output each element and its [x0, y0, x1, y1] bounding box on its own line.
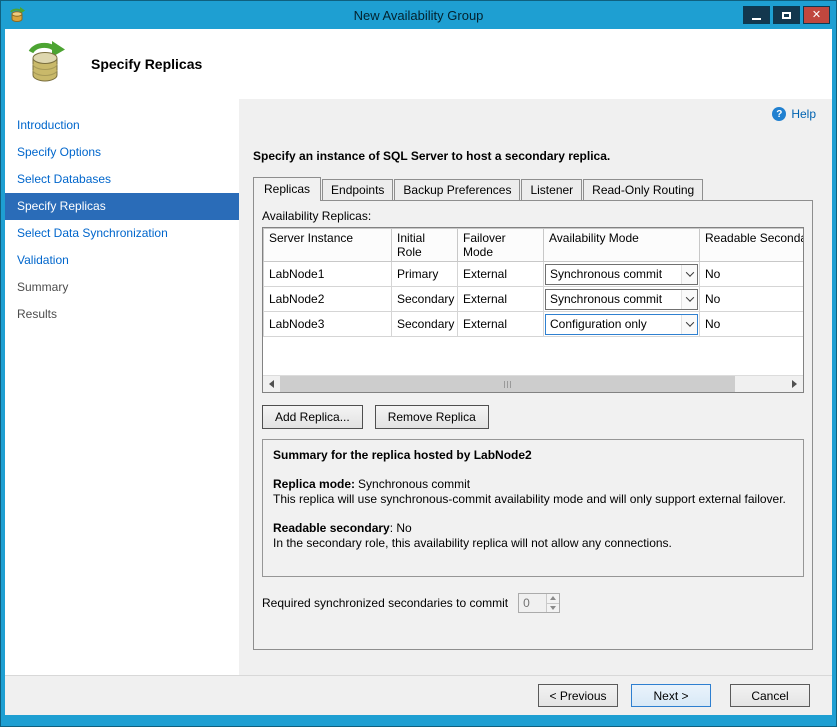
readable-secondary-line: Readable secondary: No [273, 521, 793, 536]
cell-failover-mode: External [458, 262, 544, 287]
summary-title: Summary for the replica hosted by LabNod… [273, 448, 793, 463]
next-button[interactable]: Next > [631, 684, 711, 707]
chevron-down-icon[interactable] [681, 265, 697, 284]
cell-failover-mode: External [458, 287, 544, 312]
wizard-body: Introduction Specify Options Select Data… [5, 99, 832, 675]
scrollbar-thumb[interactable] [280, 376, 735, 392]
sidebar-item-select-databases[interactable]: Select Databases [5, 166, 239, 193]
replicas-table: Server Instance Initial Role Failover Mo… [263, 228, 804, 337]
scroll-right-icon[interactable] [786, 376, 803, 392]
sidebar-item-results: Results [5, 301, 239, 328]
tab-endpoints[interactable]: Endpoints [322, 179, 393, 200]
window-controls: ✕ [743, 6, 830, 24]
minimize-button[interactable] [743, 6, 770, 24]
sidebar-item-select-data-synchronization[interactable]: Select Data Synchronization [5, 220, 239, 247]
cancel-button[interactable]: Cancel [730, 684, 810, 707]
readable-secondary-description: In the secondary role, this availability… [273, 536, 793, 551]
table-row: LabNode2 Secondary External Synchronous … [264, 287, 805, 312]
replica-mode-line: Replica mode:Synchronous commit [273, 477, 793, 492]
spin-down-icon [547, 604, 559, 613]
cell-server-instance: LabNode2 [264, 287, 392, 312]
scrollbar-grip-icon [504, 381, 512, 388]
chevron-down-icon[interactable] [681, 290, 697, 309]
cell-failover-mode: External [458, 312, 544, 337]
sidebar-item-summary: Summary [5, 274, 239, 301]
table-row: LabNode1 Primary External Synchronous co… [264, 262, 805, 287]
wizard-steps-sidebar: Introduction Specify Options Select Data… [5, 99, 239, 675]
close-icon: ✕ [812, 10, 821, 21]
tab-backup-preferences[interactable]: Backup Preferences [394, 179, 520, 200]
window-title: New Availability Group [1, 8, 836, 23]
titlebar[interactable]: New Availability Group ✕ [1, 1, 836, 29]
scroll-left-icon[interactable] [263, 376, 280, 392]
cell-server-instance: LabNode3 [264, 312, 392, 337]
scrollbar-track[interactable] [280, 376, 786, 392]
sidebar-item-introduction[interactable]: Introduction [5, 112, 239, 139]
required-secondaries-label: Required synchronized secondaries to com… [262, 596, 508, 610]
column-header-readable-secondary[interactable]: Readable Secondary [700, 229, 805, 262]
availability-replicas-label: Availability Replicas: [262, 209, 804, 223]
page-title: Specify Replicas [91, 56, 202, 72]
availability-replicas-grid: Server Instance Initial Role Failover Mo… [262, 227, 804, 393]
cell-initial-role: Secondary [392, 287, 458, 312]
spin-up-icon [547, 594, 559, 604]
wizard-header: Specify Replicas [5, 29, 832, 99]
maximize-icon [782, 12, 791, 19]
column-header-failover-mode[interactable]: Failover Mode [458, 229, 544, 262]
chevron-down-icon[interactable] [681, 315, 697, 334]
maximize-button[interactable] [773, 6, 800, 24]
required-secondaries-row: Required synchronized secondaries to com… [262, 593, 804, 613]
remove-replica-button[interactable]: Remove Replica [375, 405, 489, 429]
tab-strip: Replicas Endpoints Backup Preferences Li… [253, 177, 816, 200]
column-header-initial-role[interactable]: Initial Role [392, 229, 458, 262]
cell-availability-mode: Configuration only [544, 312, 700, 337]
cell-readable-secondary: No [700, 287, 805, 312]
wizard-footer: < Previous Next > Cancel [5, 675, 832, 715]
tab-read-only-routing[interactable]: Read-Only Routing [583, 179, 703, 200]
tab-listener[interactable]: Listener [521, 179, 582, 200]
main-content: ? Help Specify an instance of SQL Server… [239, 99, 832, 675]
cell-initial-role: Primary [392, 262, 458, 287]
database-sync-icon [23, 41, 69, 87]
sidebar-item-specify-options[interactable]: Specify Options [5, 139, 239, 166]
replica-mode-description: This replica will use synchronous-commit… [273, 492, 793, 507]
cell-readable-secondary: No [700, 262, 805, 287]
tab-replicas[interactable]: Replicas [253, 177, 321, 201]
window-content: Specify Replicas Introduction Specify Op… [5, 29, 832, 715]
cell-server-instance: LabNode1 [264, 262, 392, 287]
cell-availability-mode: Synchronous commit [544, 262, 700, 287]
grid-empty-area [263, 337, 803, 375]
cell-initial-role: Secondary [392, 312, 458, 337]
minimize-icon [752, 18, 761, 20]
availability-mode-select[interactable]: Synchronous commit [545, 289, 698, 310]
table-header-row: Server Instance Initial Role Failover Mo… [264, 229, 805, 262]
close-button[interactable]: ✕ [803, 6, 830, 24]
availability-mode-select[interactable]: Synchronous commit [545, 264, 698, 285]
add-replica-button[interactable]: Add Replica... [262, 405, 363, 429]
horizontal-scrollbar[interactable] [263, 375, 803, 392]
help-link[interactable]: Help [791, 107, 816, 121]
required-secondaries-stepper: 0 [518, 593, 560, 613]
instruction-text: Specify an instance of SQL Server to hos… [253, 149, 816, 163]
replica-actions: Add Replica... Remove Replica [262, 405, 804, 429]
sidebar-item-validation[interactable]: Validation [5, 247, 239, 274]
help-icon: ? [772, 107, 786, 121]
sidebar-item-specify-replicas[interactable]: Specify Replicas [5, 193, 239, 220]
replica-summary-box: Summary for the replica hosted by LabNod… [262, 439, 804, 577]
help-row: ? Help [253, 107, 816, 121]
previous-button[interactable]: < Previous [538, 684, 618, 707]
column-header-server-instance[interactable]: Server Instance [264, 229, 392, 262]
new-availability-group-window: New Availability Group ✕ Specify Replica… [0, 0, 837, 727]
column-header-availability-mode[interactable]: Availability Mode [544, 229, 700, 262]
cell-availability-mode: Synchronous commit [544, 287, 700, 312]
table-row: LabNode3 Secondary External Configuratio… [264, 312, 805, 337]
availability-mode-select[interactable]: Configuration only [545, 314, 698, 335]
replicas-tab-panel: Availability Replicas: Server Instance I… [253, 200, 813, 650]
cell-readable-secondary: No [700, 312, 805, 337]
